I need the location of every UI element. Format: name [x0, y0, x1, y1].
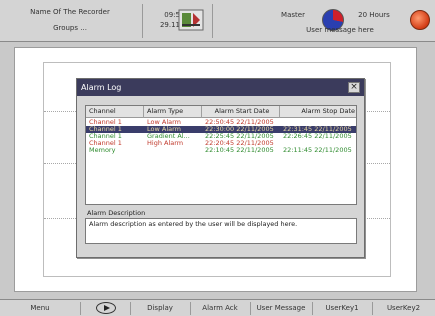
- display-button[interactable]: Display: [130, 300, 190, 316]
- dialog-title: Alarm Log: [77, 79, 364, 96]
- alarm-cell-stop: 22:11:45 22/11/2005: [283, 146, 352, 154]
- description-label: Alarm Description: [87, 209, 146, 217]
- userkey1-button[interactable]: UserKey1: [312, 300, 372, 316]
- user-message-display: User message here: [306, 26, 374, 34]
- alarm-indicator-icon[interactable]: [410, 10, 430, 30]
- description-text: Alarm description as entered by the user…: [85, 218, 357, 244]
- status-bar: Name Of The Recorder Groups ... 09:53:13…: [0, 0, 435, 42]
- recorder-name: Name Of The Recorder: [30, 8, 110, 16]
- alarm-cell-channel: Memory: [89, 146, 116, 154]
- column-alarm-type[interactable]: Alarm Type: [144, 106, 202, 118]
- alarm-cell-type: High Alarm: [147, 139, 184, 147]
- user-level[interactable]: Master: [268, 10, 318, 20]
- alarm-cell-start: 22:10:45 22/11/2005: [205, 146, 274, 154]
- alarm-log-dialog: Alarm Log × Channel Alarm Type Alarm Sta…: [76, 78, 365, 258]
- alarm-list-header: Channel Alarm Type Alarm Start Date Alar…: [86, 106, 356, 118]
- menu-button[interactable]: Menu: [0, 300, 80, 316]
- storage-hours: 20 Hours: [358, 11, 390, 19]
- user-message-button[interactable]: User Message: [250, 300, 312, 316]
- softkey-bar: Menu Display Alarm Ack User Message User…: [0, 299, 435, 316]
- play-icon: [104, 305, 110, 311]
- recorder-icon: [178, 9, 204, 31]
- divider: [80, 302, 81, 315]
- play-button[interactable]: [96, 302, 116, 314]
- alarm-ack-button[interactable]: Alarm Ack: [190, 300, 250, 316]
- userkey2-button[interactable]: UserKey2: [372, 300, 435, 316]
- alarm-cell-stop: 22:26:45 22/11/2005: [283, 132, 352, 140]
- groups-selector[interactable]: Groups ...: [0, 23, 140, 33]
- close-icon[interactable]: ×: [348, 82, 360, 93]
- alarm-list[interactable]: Channel Alarm Type Alarm Start Date Alar…: [85, 105, 357, 205]
- column-channel[interactable]: Channel: [86, 106, 144, 118]
- alarm-row[interactable]: Memory 22:10:45 22/11/2005 22:11:45 22/11/…: [86, 147, 356, 154]
- column-stop-date[interactable]: Alarm Stop Date: [280, 106, 358, 118]
- divider: [212, 4, 213, 38]
- column-start-date[interactable]: Alarm Start Date: [202, 106, 280, 118]
